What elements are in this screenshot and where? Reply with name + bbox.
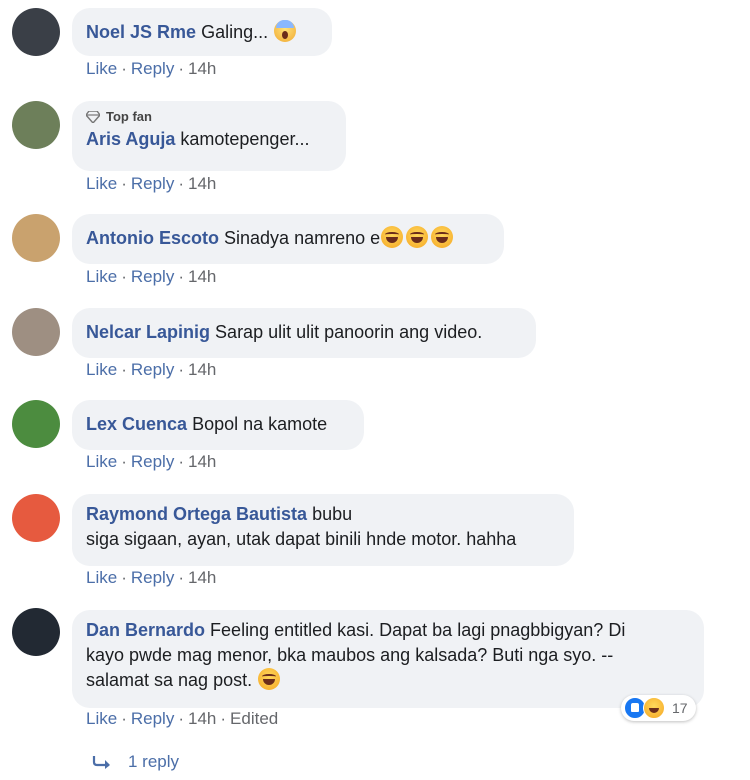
reaction-summary[interactable]: 17 [621, 695, 696, 721]
comment-text: Feeling entitled kasi. Dapat ba lagi pna… [210, 620, 626, 640]
comment-actions: Like · Reply · 14h [86, 59, 216, 79]
comment-actions: Like · Reply · 14h [86, 360, 216, 380]
laughing-emoji-icon [431, 226, 454, 248]
comment-actions: Like · Reply · 14h [86, 267, 216, 287]
reply-button[interactable]: Reply [131, 360, 174, 380]
like-button[interactable]: Like [86, 452, 117, 472]
laughing-emoji-icon [258, 668, 281, 690]
comment-text-line: kayo pwde mag menor, bka maubos ang kals… [86, 645, 614, 665]
avatar[interactable] [12, 400, 60, 448]
comment-time[interactable]: 14h [188, 59, 216, 79]
reply-button[interactable]: Reply [131, 709, 174, 729]
top-fan-label: Top fan [106, 109, 152, 124]
reaction-count: 17 [672, 700, 688, 716]
comment-text: kamotepenger... [180, 129, 310, 149]
avatar[interactable] [12, 608, 60, 656]
comment-actions: Like · Reply · 14h [86, 568, 216, 588]
comment-text: Galing... [201, 22, 269, 42]
like-button[interactable]: Like [86, 174, 117, 194]
separator-dot: · [178, 709, 184, 728]
reply-arrow-icon [92, 756, 110, 769]
avatar[interactable] [12, 308, 60, 356]
like-button[interactable]: Like [86, 267, 117, 287]
avatar[interactable] [12, 494, 60, 542]
comment-author[interactable]: Aris Aguja [86, 129, 175, 149]
comment-bubble: Antonio Escoto Sinadya namreno e [72, 214, 504, 264]
laughing-emoji-icon [406, 226, 429, 248]
separator-dot: · [121, 360, 127, 379]
avatar[interactable] [12, 214, 60, 262]
separator-dot: · [121, 59, 127, 78]
separator-dot: · [121, 452, 127, 471]
comment-bubble: Dan Bernardo Feeling entitled kasi. Dapa… [72, 610, 704, 708]
comment-text: Sarap ulit ulit panoorin ang video. [215, 322, 483, 342]
comment-time[interactable]: 14h [188, 568, 216, 588]
reply-button[interactable]: Reply [131, 59, 174, 79]
view-replies-link[interactable]: 1 reply [92, 752, 179, 772]
top-fan-badge: Top fan [86, 109, 332, 125]
replies-count-label[interactable]: 1 reply [128, 752, 179, 772]
comment-bubble: Noel JS Rme Galing... [72, 8, 332, 56]
separator-dot: · [121, 568, 127, 587]
comment-text: Bopol na kamote [192, 414, 328, 434]
comment-text: Sinadya namreno e [224, 228, 381, 248]
separator-dot: · [220, 709, 227, 728]
reply-button[interactable]: Reply [131, 174, 174, 194]
comment-author[interactable]: Lex Cuenca [86, 414, 187, 434]
comment-actions: Like · Reply · 14h [86, 174, 216, 194]
shocked-emoji-icon [274, 20, 297, 42]
comment-author[interactable]: Raymond Ortega Bautista [86, 504, 307, 524]
laughing-emoji-icon [381, 226, 404, 248]
diamond-icon [86, 111, 100, 123]
comment-bubble: Lex Cuenca Bopol na kamote [72, 400, 364, 450]
like-button[interactable]: Like [86, 360, 117, 380]
separator-dot: · [178, 360, 184, 379]
comment-time[interactable]: 14h [188, 452, 216, 472]
separator-dot: · [178, 568, 184, 587]
avatar[interactable] [12, 101, 60, 149]
comment-actions: Like · Reply · 14h · Edited [86, 709, 278, 729]
comment-text-line: siga sigaan, ayan, utak dapat binili hnd… [86, 529, 517, 549]
separator-dot: · [178, 267, 184, 286]
separator-dot: · [121, 174, 127, 193]
comment-time[interactable]: 14h [188, 267, 216, 287]
comment-text: bubu [312, 504, 353, 524]
separator-dot: · [178, 174, 184, 193]
comment-author[interactable]: Antonio Escoto [86, 228, 219, 248]
separator-dot: · [178, 59, 184, 78]
comment-text-line: salamat sa nag post. [86, 670, 253, 690]
separator-dot: · [178, 452, 184, 471]
comment-bubble: Nelcar Lapinig Sarap ulit ulit panoorin … [72, 308, 536, 358]
separator-dot: · [121, 709, 127, 728]
reply-button[interactable]: Reply [131, 267, 174, 287]
comment-time[interactable]: 14h [188, 360, 216, 380]
edited-label: Edited [230, 709, 279, 728]
avatar[interactable] [12, 8, 60, 56]
comment-time[interactable]: 14h [188, 709, 216, 729]
comment-bubble: Top fan Aris Aguja kamotepenger... [72, 101, 346, 171]
comment-time[interactable]: 14h [188, 174, 216, 194]
haha-reaction-icon [643, 697, 665, 719]
comment-author[interactable]: Noel JS Rme [86, 22, 196, 42]
comment-author[interactable]: Dan Bernardo [86, 620, 205, 640]
comment-bubble: Raymond Ortega Bautista bubu siga sigaan… [72, 494, 574, 566]
like-button[interactable]: Like [86, 568, 117, 588]
like-button[interactable]: Like [86, 709, 117, 729]
comment-author[interactable]: Nelcar Lapinig [86, 322, 210, 342]
comment-actions: Like · Reply · 14h [86, 452, 216, 472]
separator-dot: · [121, 267, 127, 286]
reply-button[interactable]: Reply [131, 568, 174, 588]
reply-button[interactable]: Reply [131, 452, 174, 472]
like-button[interactable]: Like [86, 59, 117, 79]
